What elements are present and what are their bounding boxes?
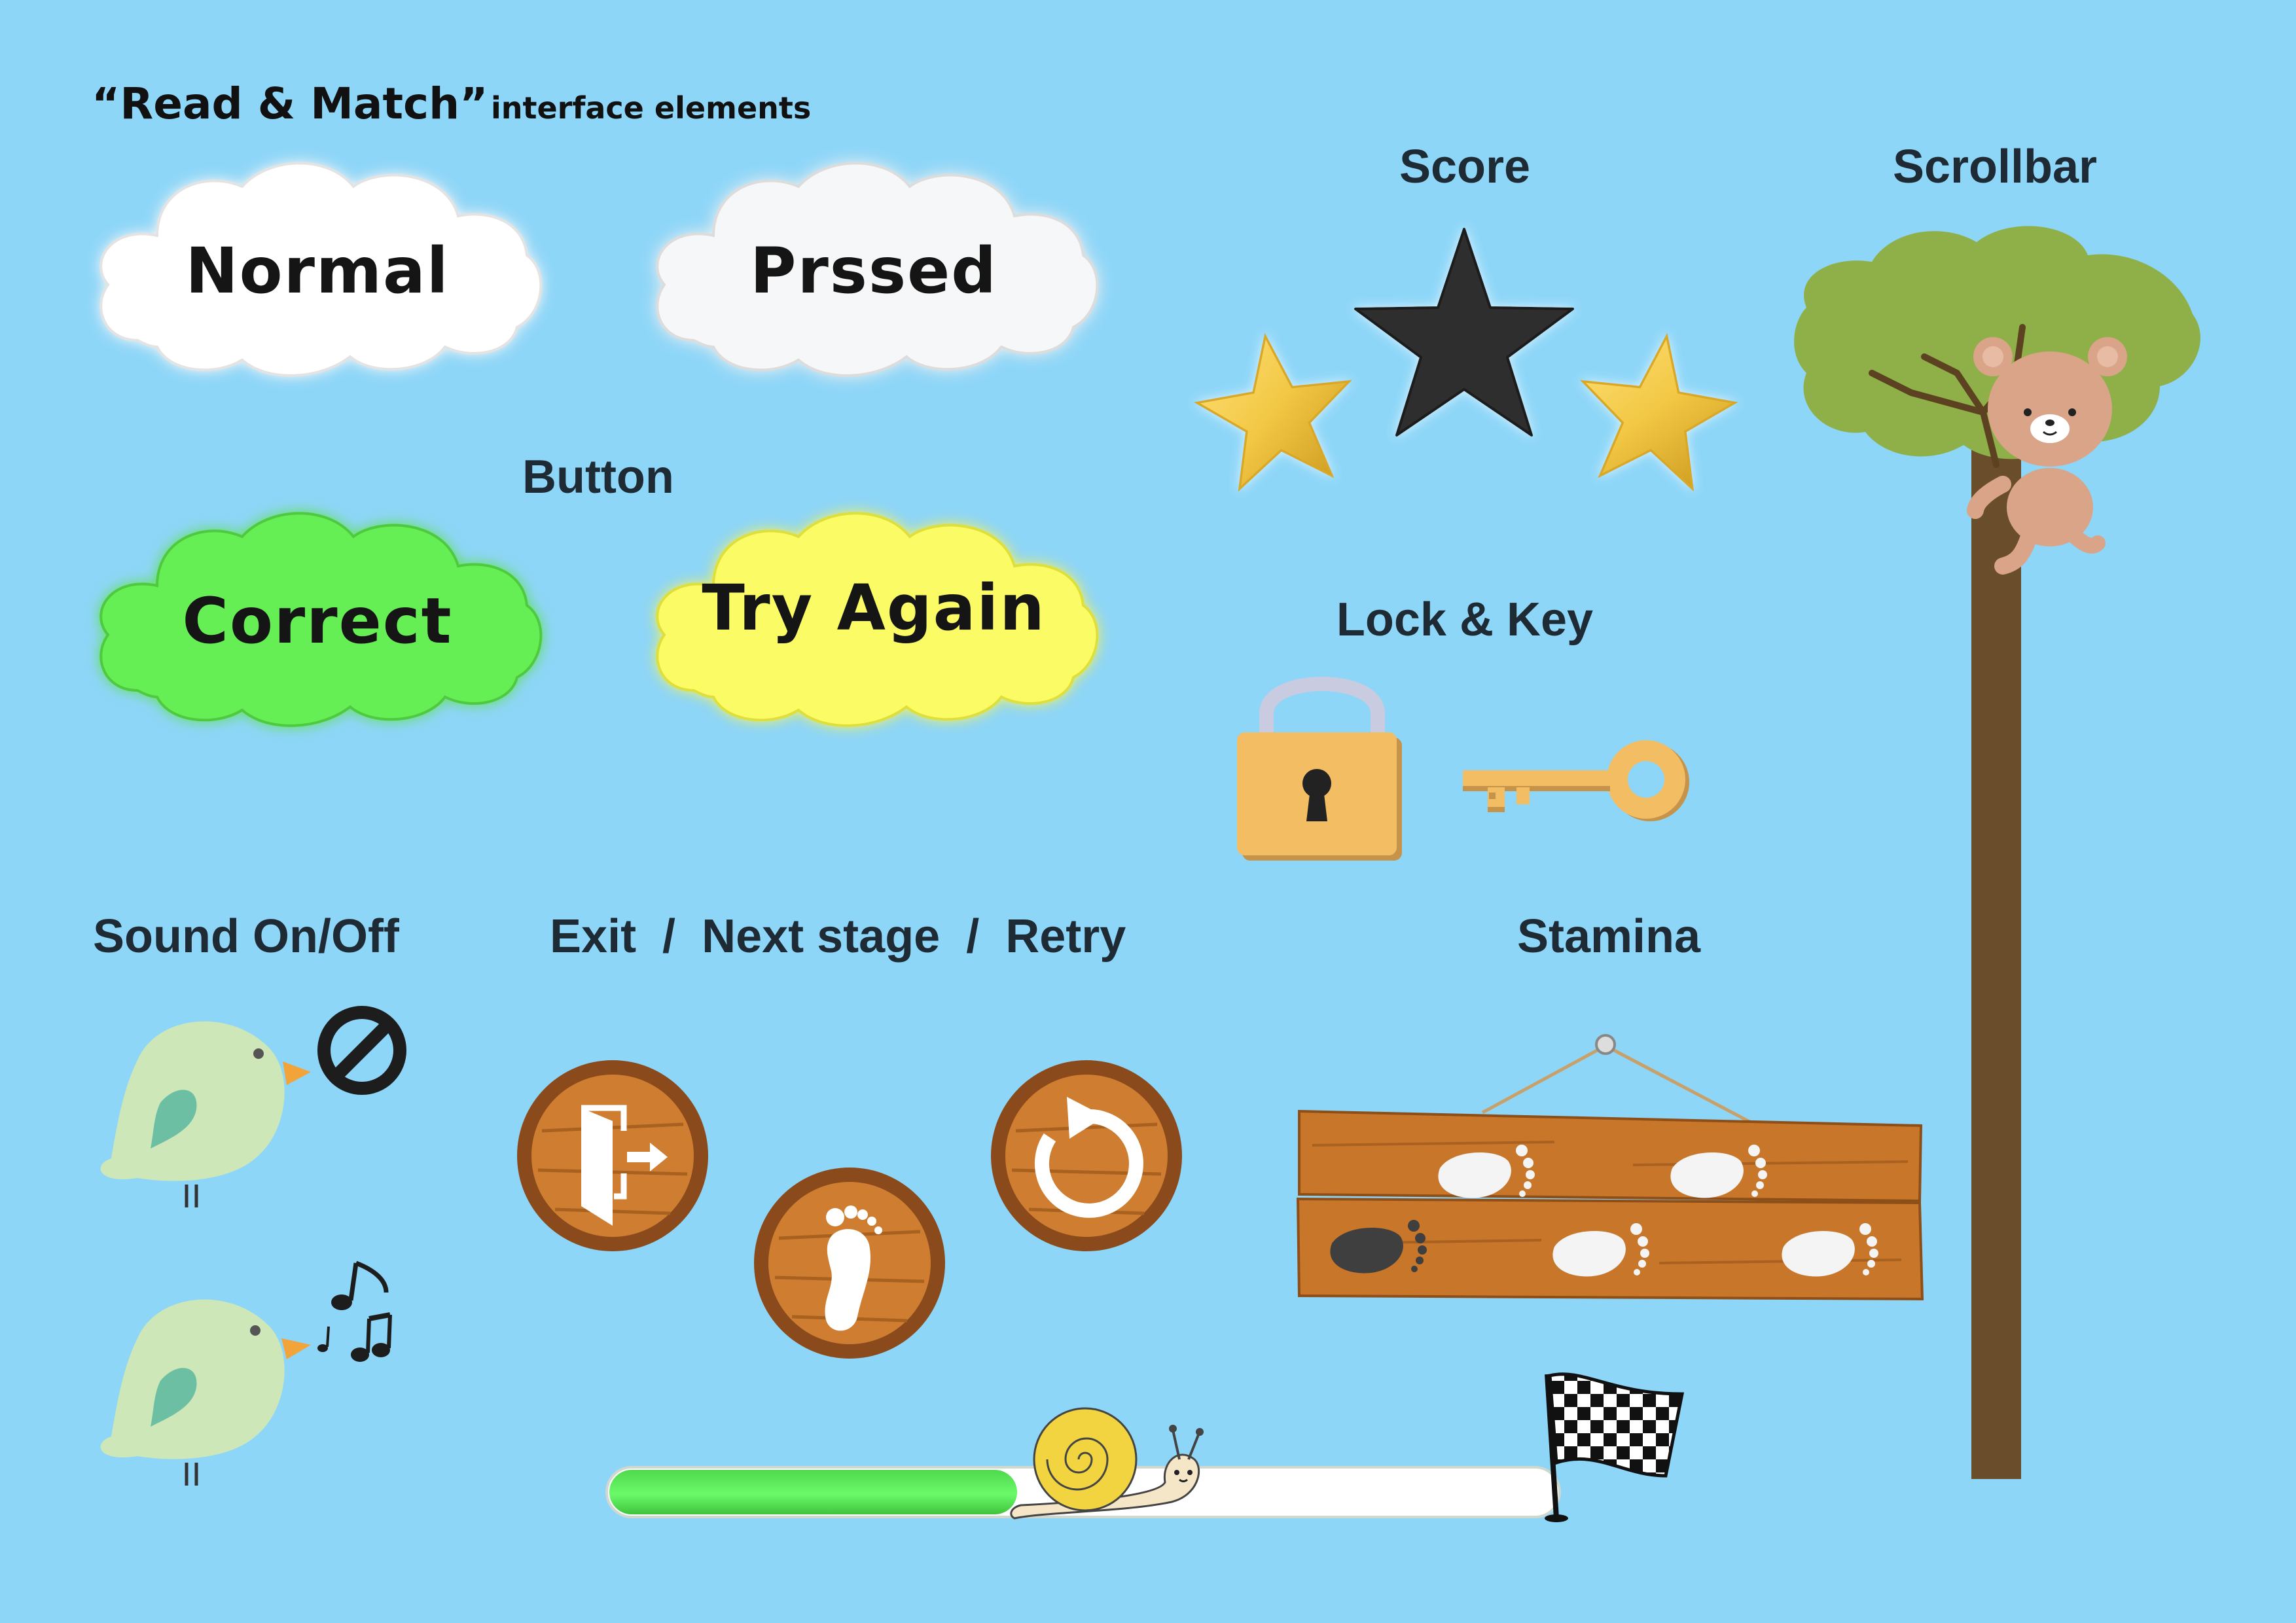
navigation-heading: Exit / Next stage / Retry bbox=[550, 910, 1126, 963]
sound-heading: Sound On/Off bbox=[93, 910, 399, 963]
snail-icon bbox=[1008, 1397, 1217, 1528]
try-again-button-label: Try Again bbox=[702, 571, 1046, 645]
finish-flag-icon bbox=[1538, 1368, 1695, 1525]
page-title-sub: interface elements bbox=[490, 90, 812, 126]
dark-star-icon bbox=[1354, 228, 1574, 437]
button-section-heading: Button bbox=[522, 451, 674, 503]
correct-button-label: Correct bbox=[182, 584, 453, 658]
gold-star-icon bbox=[1579, 332, 1738, 492]
exit-button[interactable] bbox=[516, 1059, 709, 1253]
normal-button[interactable]: Normal bbox=[92, 151, 543, 386]
music-notes-icon bbox=[317, 1260, 392, 1362]
mute-icon bbox=[317, 1006, 406, 1095]
bird-icon bbox=[100, 1299, 311, 1486]
page-title: “Read & Match” interface elements bbox=[92, 79, 811, 129]
lock-key-heading: Lock & Key bbox=[1336, 594, 1594, 646]
retry-button[interactable] bbox=[990, 1059, 1183, 1253]
correct-button[interactable]: Correct bbox=[92, 501, 543, 736]
gold-star-icon bbox=[1194, 332, 1352, 492]
lock-icon[interactable] bbox=[1237, 664, 1407, 861]
progress-fill bbox=[609, 1470, 1017, 1514]
score-stars bbox=[1178, 223, 1754, 537]
next-stage-button[interactable] bbox=[753, 1166, 946, 1360]
scrollbar-heading: Scrollbar bbox=[1892, 141, 2098, 193]
sound-off-toggle[interactable] bbox=[98, 988, 419, 1217]
pressed-button[interactable]: Prssed bbox=[648, 151, 1100, 386]
try-again-button[interactable]: Try Again bbox=[648, 501, 1100, 736]
stamina-heading: Stamina bbox=[1516, 910, 1701, 963]
scrollbar-track bbox=[1971, 432, 2021, 1479]
sound-on-toggle[interactable] bbox=[98, 1253, 419, 1489]
stamina-board bbox=[1293, 1027, 1928, 1302]
normal-button-label: Normal bbox=[185, 234, 450, 308]
score-heading: Score bbox=[1399, 141, 1531, 193]
pressed-button-label: Prssed bbox=[750, 234, 997, 308]
bird-icon bbox=[100, 1021, 311, 1207]
page-title-main: “Read & Match” bbox=[92, 79, 488, 129]
key-icon[interactable] bbox=[1463, 730, 1698, 834]
